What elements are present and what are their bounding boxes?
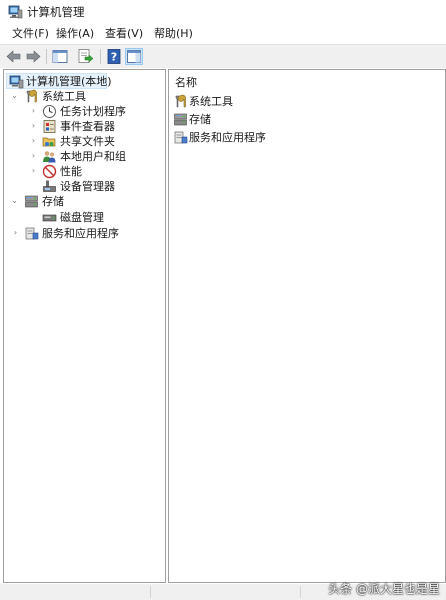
tree-item-services-applications[interactable]: › 服务和应用程序 <box>8 226 158 241</box>
status-divider <box>150 586 151 598</box>
list-item-storage[interactable]: 存储 <box>173 112 373 128</box>
system-tools-icon <box>173 94 188 109</box>
storage-icon <box>173 112 188 127</box>
chevron-right-icon[interactable]: › <box>29 150 38 162</box>
show-hide-action-pane-icon <box>127 50 141 63</box>
back-arrow-icon <box>6 50 21 63</box>
tree-item-label: 事件查看器 <box>60 120 115 133</box>
chevron-down-icon[interactable]: ⌄ <box>10 90 19 102</box>
services-applications-icon <box>173 130 188 145</box>
disk-management-icon <box>42 210 57 225</box>
export-list-button[interactable] <box>76 48 94 65</box>
computer-management-icon <box>9 74 24 89</box>
shared-folders-icon <box>42 134 57 149</box>
tree-item-task-scheduler[interactable]: › 任务计划程序 <box>8 104 158 119</box>
tree-item-label: 共享文件夹 <box>60 135 115 148</box>
window-title: 计算机管理 <box>27 5 85 19</box>
chevron-right-icon[interactable]: › <box>29 165 38 177</box>
show-hide-action-pane-button[interactable] <box>125 48 143 65</box>
local-users-groups-icon <box>42 149 57 164</box>
column-header-name[interactable]: 名称 <box>175 76 197 90</box>
tree-item-computer-management-local[interactable]: 计算机管理(本地) <box>6 73 112 89</box>
tree-item-label: 磁盘管理 <box>60 211 104 224</box>
menu-bar: 文件(F) 操作(A) 查看(V) 帮助(H) <box>0 24 446 44</box>
tree-item-label: 系统工具 <box>42 90 86 103</box>
results-pane[interactable]: 名称 系统工具 存储 服务和应用程序 <box>168 69 446 583</box>
list-item-label: 存储 <box>189 113 211 126</box>
tree-item-label: 设备管理器 <box>60 180 115 193</box>
tree-item-local-users-groups[interactable]: › 本地用户和组 <box>8 149 158 164</box>
tree-item-label: 性能 <box>60 165 82 178</box>
tree-item-label: 任务计划程序 <box>60 105 126 118</box>
back-button[interactable] <box>5 48 23 65</box>
list-item-services-applications[interactable]: 服务和应用程序 <box>173 130 373 146</box>
chevron-right-icon[interactable]: › <box>29 120 38 132</box>
toolbar: ? <box>0 44 446 68</box>
tree-item-storage[interactable]: ⌄ 存储 <box>8 194 158 209</box>
chevron-right-icon[interactable]: › <box>29 135 38 147</box>
services-applications-icon <box>24 226 39 241</box>
toolbar-separator <box>100 49 101 64</box>
export-list-icon <box>78 49 94 63</box>
forward-button[interactable] <box>24 48 42 65</box>
computer-management-icon <box>8 5 23 19</box>
tree-item-disk-management[interactable]: 磁盘管理 <box>8 210 158 225</box>
chevron-right-icon[interactable]: › <box>11 227 20 239</box>
event-viewer-icon <box>42 119 57 134</box>
list-item-label: 服务和应用程序 <box>189 131 266 144</box>
system-tools-icon <box>24 89 39 104</box>
storage-icon <box>24 194 39 209</box>
tree-item-device-manager[interactable]: 设备管理器 <box>8 179 158 194</box>
tree-item-label: 计算机管理(本地) <box>26 75 112 88</box>
tree-item-label: 本地用户和组 <box>60 150 126 163</box>
device-manager-icon <box>42 179 57 194</box>
status-divider <box>300 586 301 598</box>
menu-file[interactable]: 文件(F) <box>12 27 49 41</box>
tree-item-label: 存储 <box>42 195 64 208</box>
task-scheduler-icon <box>42 104 57 119</box>
forward-arrow-icon <box>26 50 41 63</box>
tree-item-event-viewer[interactable]: › 事件查看器 <box>8 119 158 134</box>
list-item-label: 系统工具 <box>189 95 233 108</box>
show-hide-console-tree-button[interactable] <box>51 48 69 65</box>
performance-icon <box>42 164 57 179</box>
help-icon: ? <box>107 49 121 64</box>
chevron-right-icon[interactable]: › <box>29 105 38 117</box>
list-item-system-tools[interactable]: 系统工具 <box>173 94 373 110</box>
svg-text:?: ? <box>111 51 117 64</box>
help-button[interactable]: ? <box>105 48 123 65</box>
toolbar-separator <box>46 49 47 64</box>
chevron-down-icon[interactable]: ⌄ <box>10 195 19 207</box>
tree-item-shared-folders[interactable]: › 共享文件夹 <box>8 134 158 149</box>
title-bar: 计算机管理 <box>0 0 446 24</box>
watermark-text: 头条 @派大星也是星 <box>328 582 440 596</box>
console-tree-pane[interactable]: 计算机管理(本地) ⌄ 系统工具 › 任务计划程序 › 事件查看器 › 共享文件… <box>3 69 166 583</box>
tree-item-performance[interactable]: › 性能 <box>8 164 158 179</box>
menu-help[interactable]: 帮助(H) <box>154 27 193 41</box>
show-hide-console-tree-icon <box>52 50 68 63</box>
menu-view[interactable]: 查看(V) <box>105 27 143 41</box>
menu-action[interactable]: 操作(A) <box>56 27 94 41</box>
tree-item-system-tools[interactable]: ⌄ 系统工具 <box>8 89 158 104</box>
tree-item-label: 服务和应用程序 <box>42 227 119 240</box>
